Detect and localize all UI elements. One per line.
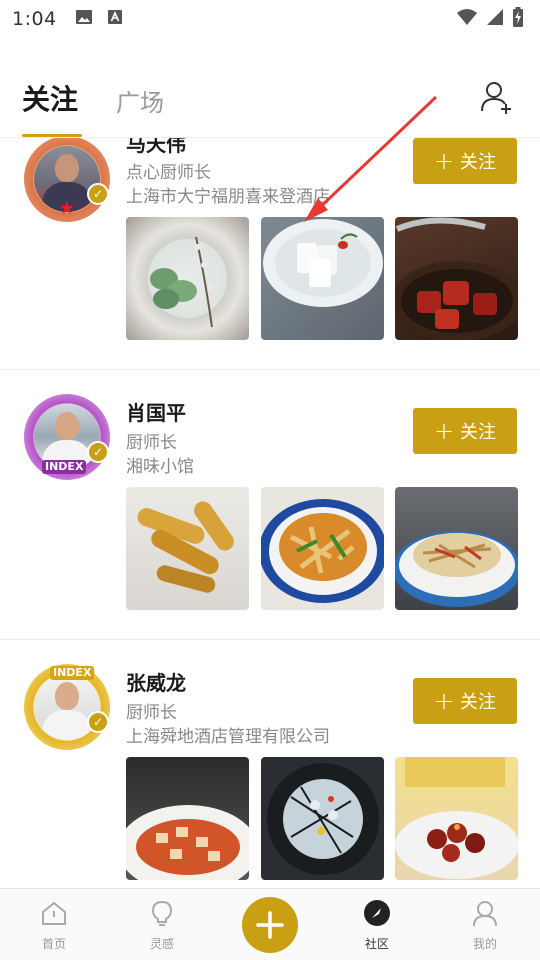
- chef-title: 厨师长: [126, 703, 177, 723]
- dish-photo-diced-tofu[interactable]: [126, 757, 249, 880]
- dish-photo-braised-pork[interactable]: [395, 217, 518, 340]
- verified-check-icon: ✓: [87, 711, 109, 733]
- header-tabs: 关注 广场: [0, 38, 540, 138]
- bottom-nav: 首页 灵感 社区 我的: [0, 888, 540, 960]
- home-icon: [42, 901, 66, 925]
- dish-photo-white-rice-cakes[interactable]: [261, 217, 384, 340]
- profile-icon: [473, 901, 497, 927]
- text-a-icon: [107, 9, 123, 29]
- chef-title: 厨师长: [126, 433, 177, 453]
- plus-icon: [256, 911, 284, 939]
- chef-card: INDEX ✓ 张威龙 厨师长 上海舜地酒店管理有限公司 + 关注: [0, 640, 540, 888]
- add-user-icon[interactable]: [480, 80, 514, 114]
- nav-inspiration[interactable]: 灵感: [117, 889, 207, 960]
- chef-title: 点心厨师长: [126, 163, 211, 183]
- lightbulb-icon: [151, 900, 173, 926]
- verified-check-icon: ✓: [87, 183, 109, 205]
- verified-check-icon: ✓: [87, 441, 109, 463]
- compass-icon: [364, 900, 390, 926]
- chef-org: 上海舜地酒店管理有限公司: [126, 727, 330, 747]
- dish-photo-pepper-stirfry[interactable]: [261, 487, 384, 610]
- star-icon: ★: [58, 198, 76, 219]
- nav-label: 首页: [41, 937, 66, 951]
- chef-org: 上海市大宁福朋喜来登酒店: [126, 187, 330, 207]
- wifi-icon: [456, 8, 478, 30]
- nav-label: 灵感: [149, 937, 174, 951]
- chef-name[interactable]: 马天伟: [126, 138, 186, 157]
- follow-feed[interactable]: ★ ✓ 马天伟 点心厨师长 上海市大宁福朋喜来登酒店 + 关注 INDEX ✓ …: [0, 138, 540, 888]
- dish-photo-shredded-salad[interactable]: [395, 487, 518, 610]
- index-badge: INDEX: [50, 666, 95, 680]
- follow-button[interactable]: + 关注: [413, 408, 517, 454]
- chef-card: INDEX ✓ 肖国平 厨师长 湘味小馆 + 关注: [0, 370, 540, 640]
- nav-label: 我的: [472, 937, 497, 951]
- avatar[interactable]: ★ ✓: [24, 138, 110, 222]
- avatar[interactable]: INDEX ✓: [24, 394, 110, 480]
- dish-photo-fried-dough[interactable]: [126, 487, 249, 610]
- signal-icon: [486, 8, 504, 30]
- index-badge: INDEX: [42, 460, 87, 474]
- chef-card: ★ ✓ 马天伟 点心厨师长 上海市大宁福朋喜来登酒店 + 关注: [0, 138, 540, 368]
- dish-photo-dark-dessert[interactable]: [261, 757, 384, 880]
- image-icon: [75, 9, 93, 29]
- follow-button[interactable]: + 关注: [413, 138, 517, 184]
- chef-name[interactable]: 肖国平: [126, 397, 186, 426]
- nav-label: 社区: [364, 937, 389, 951]
- nav-community[interactable]: 社区: [332, 889, 422, 960]
- status-bar: 1:04: [0, 0, 540, 38]
- tab-square[interactable]: 广场: [116, 83, 164, 118]
- follow-button[interactable]: + 关注: [413, 678, 517, 724]
- avatar[interactable]: INDEX ✓: [24, 664, 110, 750]
- add-post-button[interactable]: [242, 897, 298, 953]
- status-time: 1:04: [12, 8, 57, 30]
- chef-name[interactable]: 张威龙: [126, 667, 186, 696]
- dish-photo-green-dumplings[interactable]: [126, 217, 249, 340]
- tab-follow[interactable]: 关注: [22, 78, 78, 118]
- chef-org: 湘味小馆: [126, 457, 194, 477]
- nav-home[interactable]: 首页: [9, 889, 99, 960]
- active-tab-underline: [22, 134, 82, 137]
- battery-charging-icon: [512, 7, 524, 31]
- dish-photo-braised-meatballs[interactable]: [395, 757, 518, 880]
- nav-profile[interactable]: 我的: [440, 889, 530, 960]
